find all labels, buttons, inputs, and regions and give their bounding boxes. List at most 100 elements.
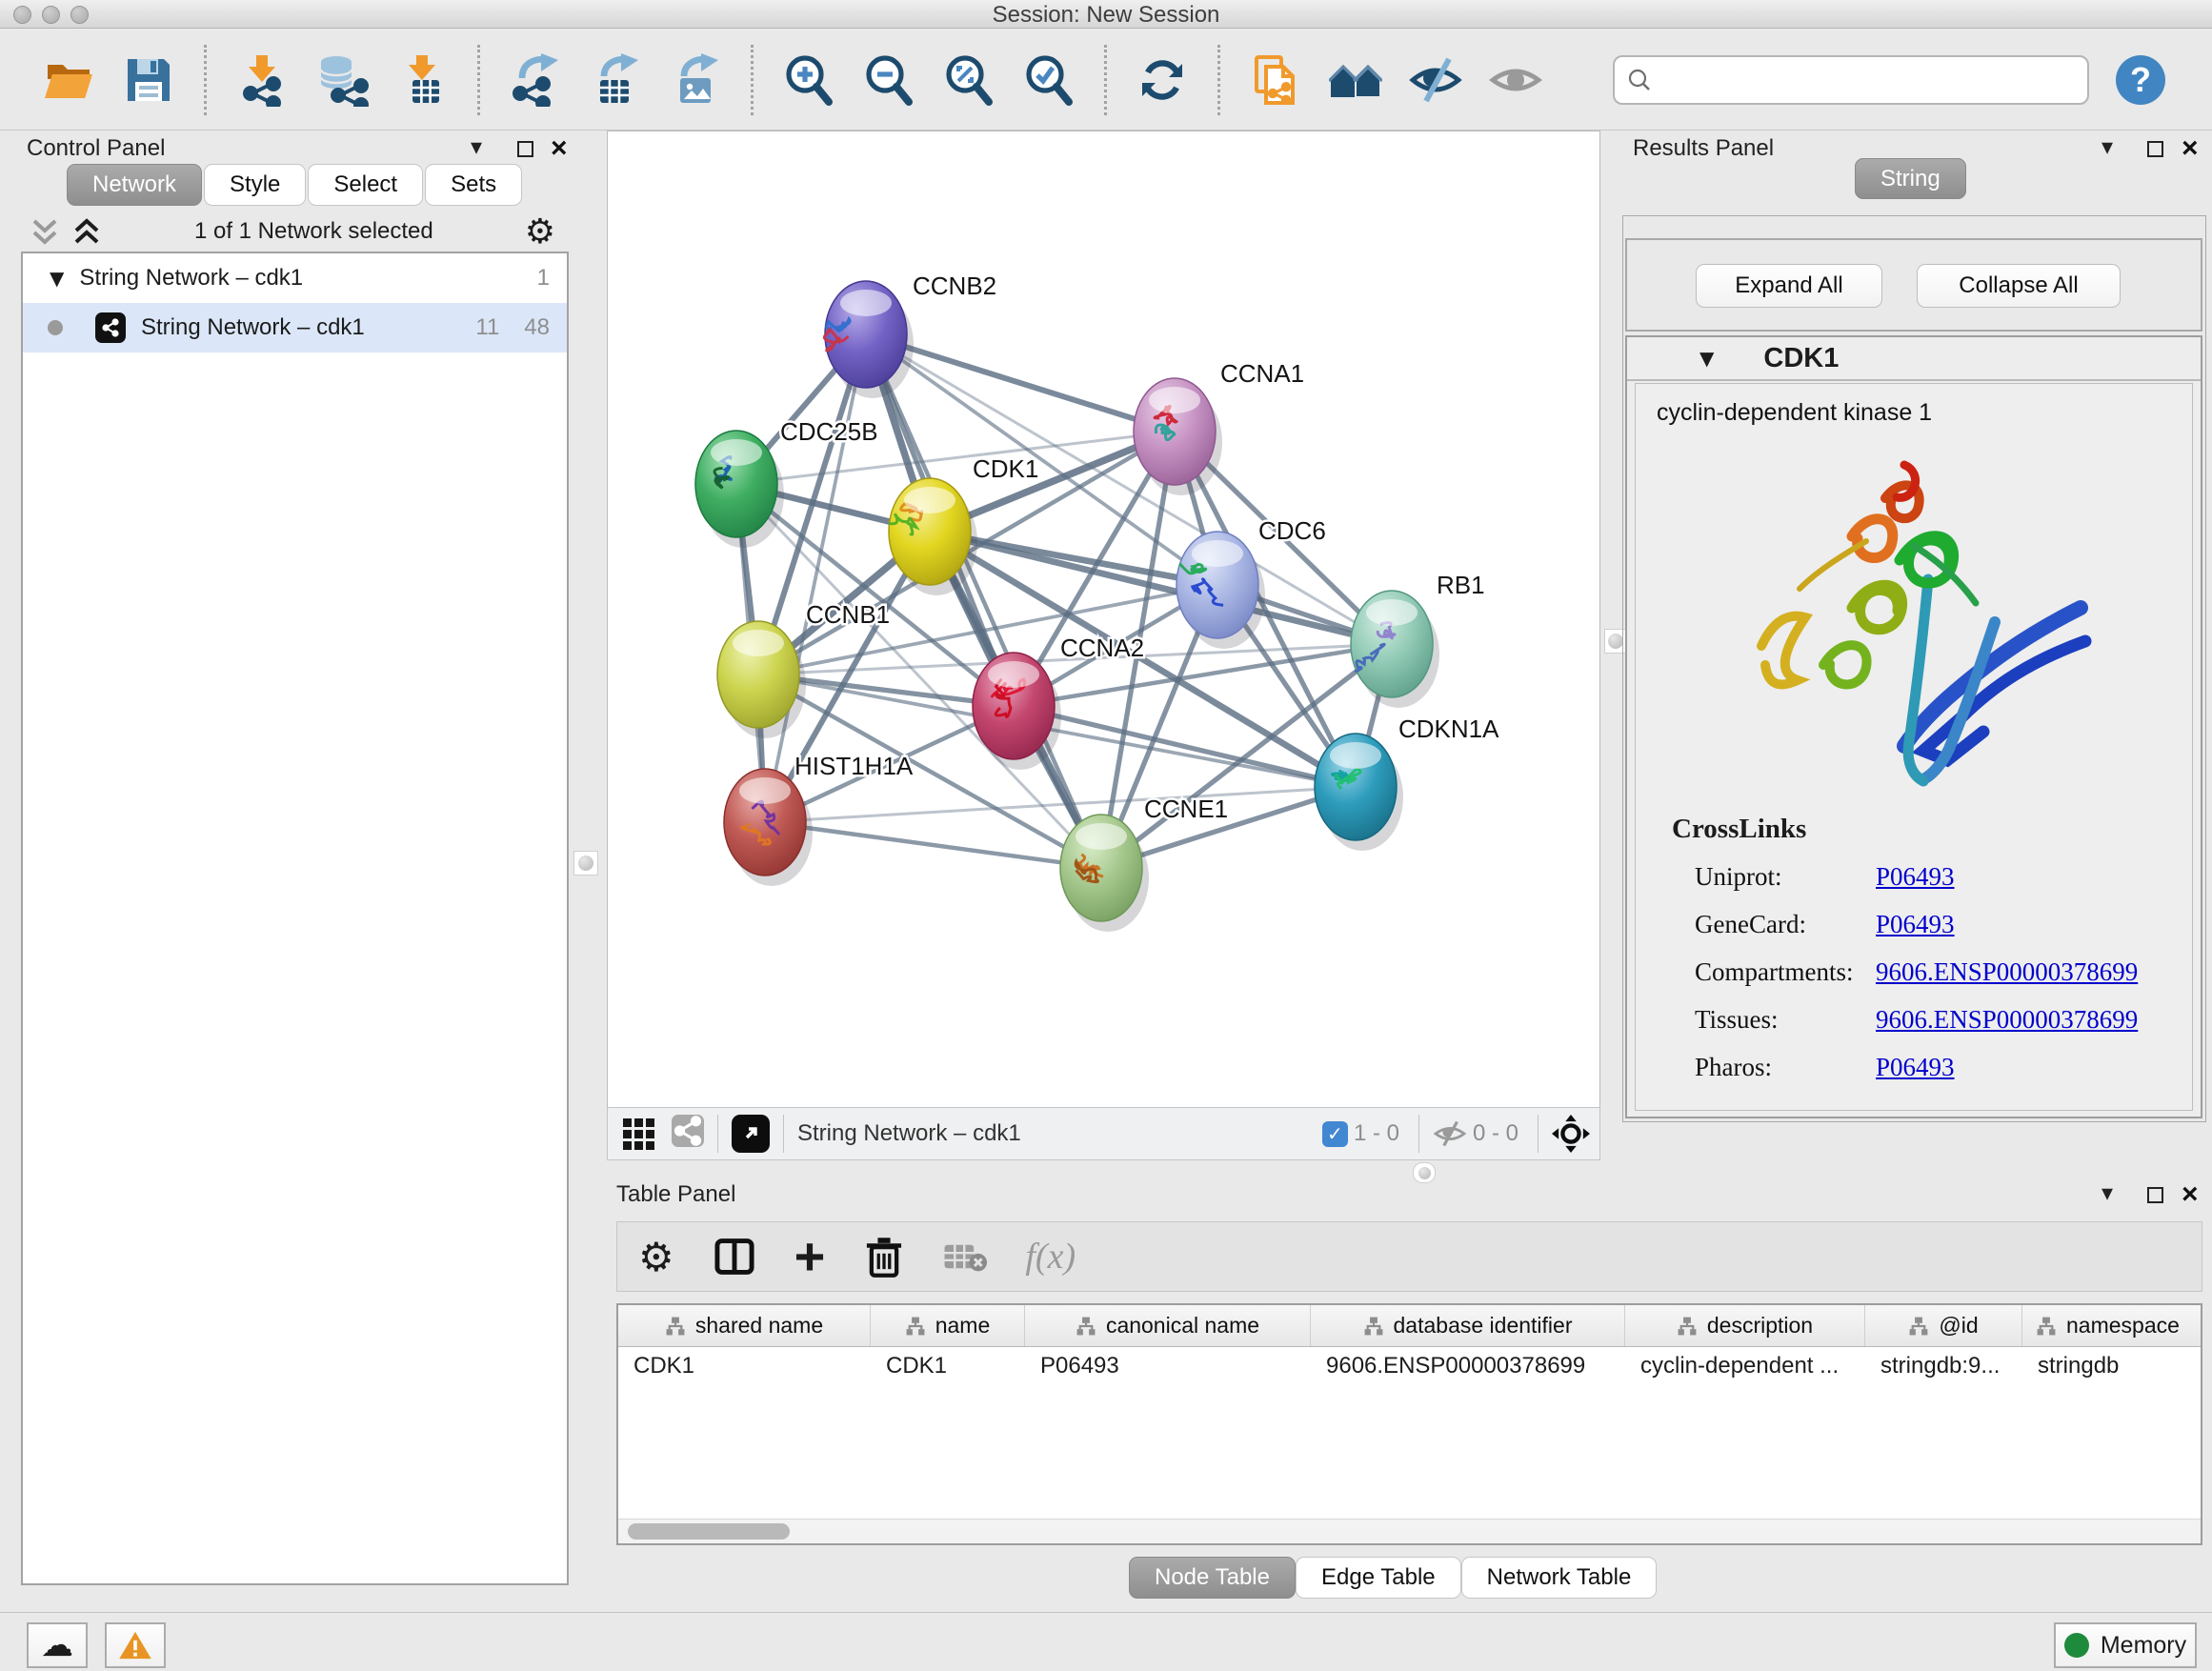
node-label-cdc25b: CDC25B	[780, 417, 878, 446]
results-panel-close-icon[interactable]: ×	[2182, 139, 2199, 158]
table-options-gear-icon[interactable]: ⚙	[638, 1234, 674, 1280]
network-share-icon[interactable]	[672, 1115, 704, 1154]
table-horizontal-scrollbar[interactable]	[618, 1519, 2201, 1543]
table-panel-close-icon[interactable]: ×	[2182, 1185, 2199, 1204]
network-tree-root-row[interactable]: ▼ String Network – cdk1 1	[23, 253, 567, 303]
hide-selected-eye-slash-icon[interactable]	[1409, 53, 1462, 107]
table-cell: cyclin-dependent ...	[1625, 1347, 1865, 1387]
show-selected-eye-icon[interactable]	[1489, 53, 1542, 107]
crosslink-link[interactable]: 9606.ENSP00000378699	[1876, 1002, 2138, 1037]
column-header[interactable]: name	[871, 1305, 1025, 1346]
table-row[interactable]: CDK1 CDK1 P06493 9606.ENSP00000378699 cy…	[618, 1347, 2201, 1387]
selected-checkbox-icon[interactable]: ✓	[1322, 1121, 1348, 1147]
delete-column-trash-icon[interactable]	[863, 1235, 905, 1278]
left-splitter-grip[interactable]	[573, 851, 598, 876]
import-network-database-icon[interactable]	[315, 53, 369, 107]
column-header[interactable]: shared name	[618, 1305, 871, 1346]
main-toolbar: ?	[0, 30, 2212, 131]
results-panel-float-menu-icon[interactable]: ▾	[2101, 133, 2113, 160]
network-selection-text: 1 of 1 Network selected	[103, 218, 525, 245]
grid-view-icon[interactable]	[623, 1118, 654, 1150]
import-network-icon[interactable]	[235, 53, 289, 107]
table-cell: 9606.ENSP00000378699	[1311, 1347, 1625, 1387]
copy-session-icon[interactable]	[1249, 53, 1302, 107]
tab-node-table[interactable]: Node Table	[1129, 1557, 1296, 1599]
export-table-icon[interactable]	[589, 53, 642, 107]
column-header[interactable]: description	[1625, 1305, 1865, 1346]
crosslink-link[interactable]: P06493	[1876, 907, 1955, 941]
show-columns-icon[interactable]	[713, 1235, 756, 1278]
column-header[interactable]: database identifier	[1311, 1305, 1625, 1346]
detach-view-icon[interactable]	[732, 1115, 770, 1153]
update-icon[interactable]	[1136, 53, 1189, 107]
tab-network-table[interactable]: Network Table	[1461, 1557, 1658, 1599]
open-folder-icon[interactable]	[42, 53, 95, 107]
import-table-icon[interactable]	[395, 53, 449, 107]
network-edge-ccnb2-ccne1[interactable]	[866, 334, 1101, 868]
horizontal-splitter-grip[interactable]	[1413, 1162, 1436, 1183]
column-header[interactable]: canonical name	[1025, 1305, 1311, 1346]
zoom-fit-icon[interactable]	[942, 53, 995, 107]
expand-all-chevron-icon[interactable]	[70, 217, 103, 246]
memory-status-dot-icon	[2064, 1633, 2089, 1658]
column-header[interactable]: @id	[1865, 1305, 2022, 1346]
search-input[interactable]	[1662, 67, 2076, 93]
crosslink-link[interactable]: 9606.ENSP00000378699	[1876, 955, 2138, 989]
node-label-ccna1: CCNA1	[1220, 359, 1304, 388]
export-network-icon[interactable]	[509, 53, 562, 107]
crosslink-label: GeneCard:	[1695, 907, 1876, 941]
export-image-icon[interactable]	[669, 53, 722, 107]
protein-description: cyclin-dependent kinase 1	[1636, 384, 2192, 442]
cloud-button[interactable]: ☁	[27, 1622, 88, 1668]
results-panel-float-icon[interactable]	[2147, 137, 2163, 164]
node-label-cdkn1a: CDKN1A	[1398, 715, 1499, 743]
network-options-gear-icon[interactable]: ⚙	[525, 212, 555, 252]
network-tree-child-row[interactable]: String Network – cdk1 11 48	[23, 303, 567, 352]
table-cell: P06493	[1025, 1347, 1311, 1387]
protein-card-header[interactable]: ▼ CDK1	[1627, 337, 2201, 381]
table-panel-float-menu-icon[interactable]: ▾	[2101, 1179, 2113, 1206]
warning-button[interactable]	[105, 1622, 166, 1668]
tab-string[interactable]: String	[1855, 158, 1966, 199]
crosslink-link[interactable]: P06493	[1876, 1050, 1955, 1084]
column-header[interactable]: namespace	[2022, 1305, 2201, 1346]
show-all-networks-icon[interactable]	[1329, 53, 1382, 107]
help-button[interactable]: ?	[2116, 55, 2165, 105]
zoom-in-icon[interactable]	[782, 53, 835, 107]
crosslink-row: Pharos: P06493	[1636, 1043, 2192, 1091]
tab-edge-table[interactable]: Edge Table	[1296, 1557, 1461, 1599]
add-column-plus-icon[interactable]: +	[794, 1238, 826, 1276]
protein-structure-image	[1709, 446, 2119, 808]
collapse-all-button[interactable]: Collapse All	[1917, 264, 2121, 308]
expand-all-button[interactable]: Expand All	[1696, 264, 1882, 308]
network-canvas[interactable]: CCNB2CCNA1CDC25BCDK1CDC6RB1CCNB1CCNA2CDK…	[607, 131, 1600, 1107]
collapse-all-chevron-icon[interactable]	[29, 217, 61, 246]
zoom-selected-icon[interactable]	[1022, 53, 1076, 107]
scrollbar-thumb[interactable]	[628, 1523, 790, 1540]
hidden-count-badge: 0 - 0	[1473, 1120, 1518, 1147]
delete-table-icon[interactable]	[943, 1239, 987, 1274]
network-edge-ccna2-cdkn1a[interactable]	[1014, 706, 1356, 787]
tab-network[interactable]: Network	[67, 164, 202, 206]
card-collapse-triangle-icon[interactable]: ▼	[1699, 347, 1714, 370]
save-session-icon[interactable]	[122, 53, 175, 107]
control-panel-float-menu-icon[interactable]: ▾	[471, 133, 482, 160]
tab-style[interactable]: Style	[204, 164, 306, 206]
crosslink-label: Compartments:	[1695, 955, 1876, 989]
control-panel-float-icon[interactable]	[517, 137, 533, 164]
node-label-ccnb2: CCNB2	[913, 272, 996, 300]
control-panel-close-icon[interactable]: ×	[551, 139, 568, 158]
zoom-out-icon[interactable]	[862, 53, 915, 107]
network-tree: ▼ String Network – cdk1 1 String Network…	[21, 252, 569, 1585]
fit-selected-crosshair-icon[interactable]	[1552, 1115, 1590, 1153]
tab-select[interactable]: Select	[308, 164, 423, 206]
crosslink-link[interactable]: P06493	[1876, 859, 1955, 894]
table-panel-float-icon[interactable]	[2147, 1183, 2163, 1210]
function-builder-icon[interactable]: f(x)	[1025, 1236, 1076, 1278]
toolbar-search[interactable]	[1613, 55, 2089, 105]
tree-collapse-triangle-icon[interactable]: ▼	[50, 267, 64, 290]
hidden-eye-slash-icon[interactable]	[1433, 1119, 1467, 1148]
memory-button[interactable]: Memory	[2054, 1622, 2197, 1668]
tab-sets[interactable]: Sets	[425, 164, 522, 206]
network-edge-hist1h1a-ccne1[interactable]	[765, 822, 1101, 868]
